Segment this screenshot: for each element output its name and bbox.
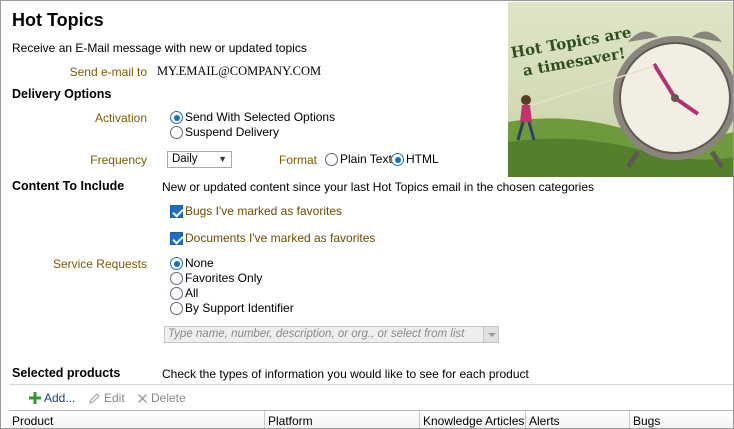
products-toolbar: Add... Edit Delete: [9, 384, 733, 409]
activation-option-label: Suspend Delivery: [185, 125, 280, 139]
support-identifier-placeholder: Type name, number, description, or org.,…: [168, 328, 465, 340]
radio-icon[interactable]: [170, 302, 183, 315]
email-label: Send e-mail to: [69, 65, 147, 79]
activation-option-suspend[interactable]: Suspend Delivery: [170, 125, 279, 140]
radio-icon[interactable]: [170, 287, 183, 300]
activation-label: Activation: [94, 111, 147, 125]
timesaver-illustration-icon: Hot Topics are a timesaver!: [508, 2, 733, 177]
column-header-platform[interactable]: Platform: [265, 411, 420, 428]
radio-icon[interactable]: [170, 126, 183, 139]
email-value[interactable]: MY.EMAIL@COMPANY.COM: [157, 64, 321, 79]
column-header-knowledge-articles[interactable]: Knowledge Articles: [420, 411, 526, 428]
documents-favorites-label: Documents I've marked as favorites: [185, 231, 376, 245]
activation-option-send[interactable]: Send With Selected Options: [170, 110, 335, 125]
service-option-label: Favorites Only: [185, 271, 263, 285]
edit-product-button[interactable]: Edit: [89, 391, 125, 405]
content-description: New or updated content since your last H…: [162, 180, 595, 194]
column-header-bugs[interactable]: Bugs: [630, 411, 733, 428]
checkbox-checked-icon[interactable]: [170, 232, 183, 245]
delete-x-icon: [138, 393, 147, 403]
pencil-icon: [89, 393, 100, 404]
column-header-alerts[interactable]: Alerts: [526, 411, 630, 428]
selected-products-heading: Selected products: [12, 366, 121, 380]
hot-topics-panel: Hot Topics Receive an E-Mail message wit…: [0, 0, 734, 429]
radio-selected-icon[interactable]: [391, 153, 404, 166]
frequency-value: Daily: [172, 153, 198, 165]
delete-product-label: Delete: [151, 391, 186, 405]
format-option-html[interactable]: HTML: [391, 152, 439, 167]
service-option-label: By Support Identifier: [185, 301, 294, 315]
service-requests-label: Service Requests: [52, 257, 147, 271]
format-label: Format: [278, 153, 317, 167]
products-table-header: Product Platform Knowledge Articles Aler…: [9, 410, 733, 428]
service-option-none[interactable]: None: [170, 256, 214, 271]
format-option-label: Plain Text: [340, 152, 392, 166]
activation-option-label: Send With Selected Options: [185, 110, 336, 124]
add-product-label: Add...: [44, 391, 76, 405]
bugs-favorites-checkbox[interactable]: Bugs I've marked as favorites: [170, 204, 342, 219]
service-option-all[interactable]: All: [170, 286, 198, 301]
delete-product-button[interactable]: Delete: [137, 391, 186, 405]
service-option-label: None: [185, 256, 214, 270]
chevron-down-icon: ▼: [218, 154, 227, 164]
support-identifier-combobox[interactable]: Type name, number, description, or org.,…: [164, 326, 499, 343]
format-option-plain-text[interactable]: Plain Text: [325, 152, 392, 167]
content-heading: Content To Include: [12, 179, 125, 193]
radio-icon[interactable]: [170, 272, 183, 285]
radio-icon[interactable]: [325, 153, 338, 166]
checkbox-checked-icon[interactable]: [170, 205, 183, 218]
page-title: Hot Topics: [12, 10, 104, 30]
service-option-favorites-only[interactable]: Favorites Only: [170, 271, 262, 286]
frequency-select[interactable]: Daily ▼: [167, 151, 232, 168]
format-option-label: HTML: [406, 152, 439, 166]
hot-topics-illustration: Hot Topics are a timesaver!: [508, 2, 733, 177]
radio-selected-icon[interactable]: [170, 257, 183, 270]
frequency-label: Frequency: [90, 153, 147, 167]
service-option-label: All: [185, 286, 199, 300]
delivery-options-heading: Delivery Options: [12, 87, 112, 101]
add-product-button[interactable]: Add...: [29, 391, 75, 405]
plus-icon: [29, 392, 41, 404]
radio-selected-icon[interactable]: [170, 111, 183, 124]
bugs-favorites-label: Bugs I've marked as favorites: [185, 204, 343, 218]
documents-favorites-checkbox[interactable]: Documents I've marked as favorites: [170, 231, 375, 246]
column-header-product[interactable]: Product: [9, 411, 265, 428]
service-option-by-support-identifier[interactable]: By Support Identifier: [170, 301, 294, 316]
edit-product-label: Edit: [104, 391, 125, 405]
page-subtitle: Receive an E-Mail message with new or up…: [12, 41, 307, 55]
chevron-down-icon[interactable]: [483, 327, 498, 342]
selected-products-description: Check the types of information you would…: [162, 367, 529, 381]
